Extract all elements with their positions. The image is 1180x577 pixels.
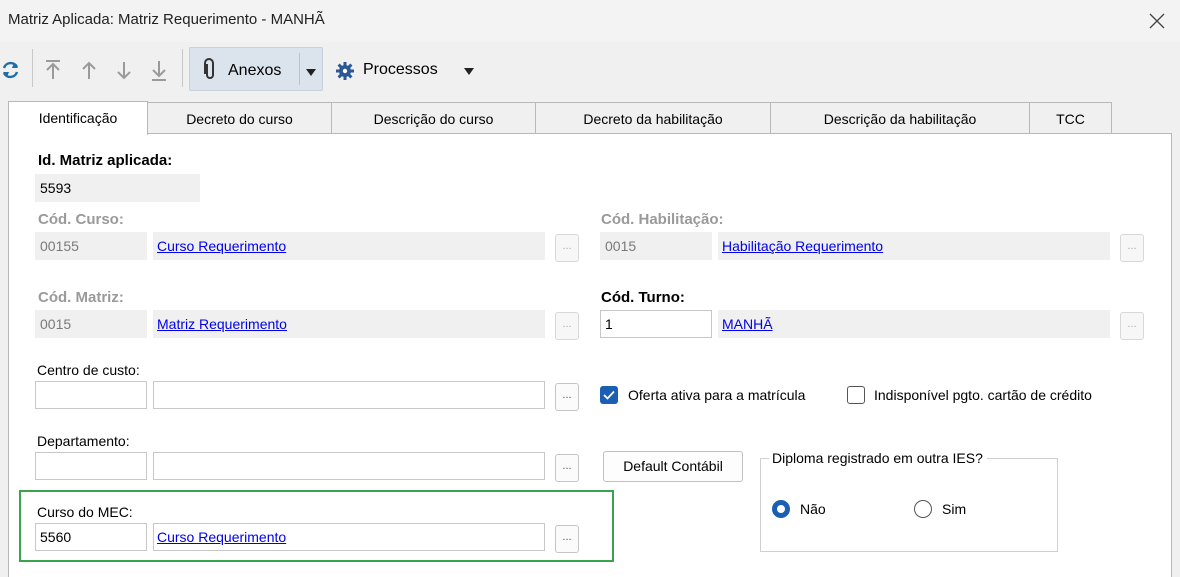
close-icon[interactable] bbox=[1142, 6, 1172, 36]
departamento-code-field[interactable] bbox=[35, 452, 147, 480]
centro-custo-name-field[interactable] bbox=[153, 381, 545, 409]
curso-lookup-button[interactable]: ... bbox=[555, 234, 579, 262]
cod-habilitacao-field: 0015 bbox=[600, 232, 712, 260]
centro-custo-lookup-button[interactable]: ... bbox=[555, 383, 579, 411]
centro-custo-code-field[interactable] bbox=[35, 381, 147, 409]
tab-identificacao[interactable]: Identificação bbox=[8, 101, 148, 135]
matriz-link[interactable]: Matriz Requerimento bbox=[157, 316, 287, 332]
tab-decreto-curso[interactable]: Decreto do curso bbox=[147, 102, 332, 134]
chevron-down-icon[interactable] bbox=[463, 64, 475, 80]
curso-mec-label: Curso do MEC: bbox=[37, 504, 133, 520]
move-last-icon[interactable] bbox=[148, 57, 172, 83]
departamento-label: Departamento: bbox=[37, 433, 130, 449]
move-down-icon[interactable] bbox=[113, 57, 137, 83]
curso-link[interactable]: Curso Requerimento bbox=[157, 238, 286, 254]
departamento-name-field[interactable] bbox=[153, 452, 545, 480]
check-icon bbox=[603, 390, 615, 400]
processos-label: Processos bbox=[363, 61, 438, 78]
move-first-icon[interactable] bbox=[42, 57, 66, 83]
toolbar: Anexos Processos bbox=[0, 45, 1180, 97]
habilitacao-lookup-button[interactable]: ... bbox=[1120, 234, 1144, 262]
processos-button[interactable]: Processos bbox=[331, 47, 481, 91]
paperclip-icon bbox=[202, 58, 218, 85]
anexos-label: Anexos bbox=[228, 62, 282, 79]
gear-icon bbox=[335, 61, 355, 84]
curso-mec-field[interactable]: 5560 bbox=[35, 523, 147, 551]
indisponivel-label: Indisponível pgto. cartão de crédito bbox=[874, 387, 1092, 403]
oferta-ativa-checkbox[interactable] bbox=[600, 386, 618, 404]
matriz-lookup-button[interactable]: ... bbox=[555, 312, 579, 340]
curso-mec-lookup-button[interactable]: ... bbox=[555, 525, 579, 553]
radio-nao[interactable] bbox=[772, 500, 790, 518]
window-title: Matriz Aplicada: Matriz Requerimento - M… bbox=[8, 11, 325, 28]
cod-matriz-field: 0015 bbox=[35, 310, 147, 338]
matriz-name-field: Matriz Requerimento bbox=[153, 310, 545, 338]
turno-lookup-button[interactable]: ... bbox=[1120, 312, 1144, 340]
toolbar-separator bbox=[182, 49, 183, 87]
tab-tcc[interactable]: TCC bbox=[1029, 102, 1112, 134]
oferta-ativa-label: Oferta ativa para a matrícula bbox=[628, 387, 806, 403]
id-matriz-label: Id. Matriz aplicada: bbox=[38, 152, 173, 169]
curso-mec-link[interactable]: Curso Requerimento bbox=[157, 529, 286, 545]
toolbar-separator bbox=[32, 49, 33, 87]
tab-descricao-habilitacao[interactable]: Descrição da habilitação bbox=[770, 102, 1030, 134]
cod-turno-label: Cód. Turno: bbox=[601, 289, 685, 306]
cod-matriz-label: Cód. Matriz: bbox=[38, 289, 124, 306]
title-bar: Matriz Aplicada: Matriz Requerimento - M… bbox=[0, 0, 1180, 42]
radio-sim-label: Sim bbox=[942, 501, 967, 517]
habilitacao-name-field: Habilitação Requerimento bbox=[718, 232, 1110, 260]
turno-name-field: MANHÃ bbox=[718, 310, 1110, 338]
diploma-group-label: Diploma registrado em outra IES? bbox=[769, 450, 987, 466]
cod-curso-label: Cód. Curso: bbox=[38, 211, 124, 228]
habilitacao-link[interactable]: Habilitação Requerimento bbox=[722, 238, 883, 254]
cod-habilitacao-label: Cód. Habilitação: bbox=[601, 211, 724, 228]
cod-turno-field[interactable]: 1 bbox=[600, 310, 712, 338]
radio-nao-label: Não bbox=[800, 501, 826, 517]
centro-custo-label: Centro de custo: bbox=[37, 362, 140, 378]
radio-sim[interactable] bbox=[914, 500, 932, 518]
tab-decreto-habilitacao[interactable]: Decreto da habilitação bbox=[535, 102, 771, 134]
tab-descricao-curso[interactable]: Descrição do curso bbox=[331, 102, 536, 134]
cod-curso-field: 00155 bbox=[35, 232, 147, 260]
curso-name-field: Curso Requerimento bbox=[153, 232, 545, 260]
departamento-lookup-button[interactable]: ... bbox=[555, 454, 579, 482]
chevron-down-icon[interactable] bbox=[305, 65, 317, 81]
indisponivel-checkbox[interactable] bbox=[847, 386, 865, 404]
curso-mec-name-field: Curso Requerimento bbox=[153, 523, 545, 551]
id-matriz-field: 5593 bbox=[35, 174, 200, 202]
default-contabil-button[interactable]: Default Contábil bbox=[603, 451, 743, 482]
refresh-icon[interactable] bbox=[0, 57, 24, 83]
move-up-icon[interactable] bbox=[78, 57, 102, 83]
anexos-button[interactable]: Anexos bbox=[189, 47, 323, 91]
turno-link[interactable]: MANHÃ bbox=[722, 316, 773, 332]
